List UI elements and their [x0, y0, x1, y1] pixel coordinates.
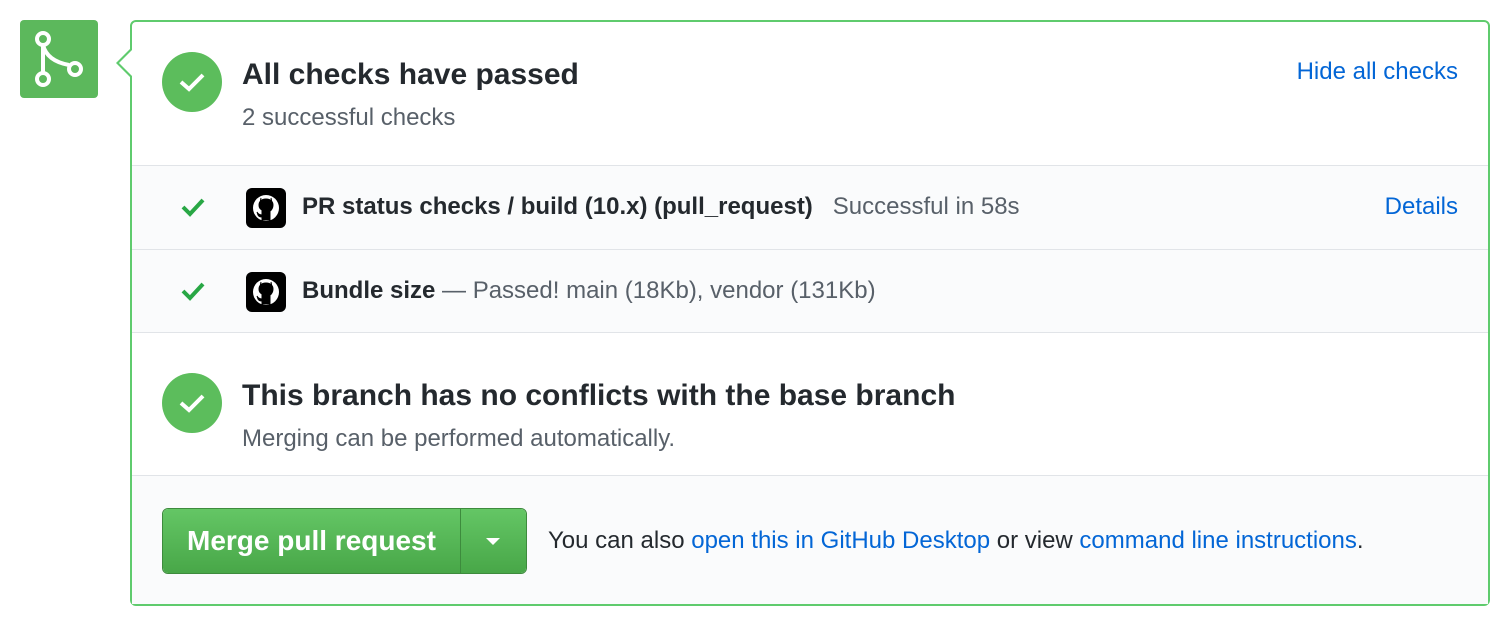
merge-alternatives-note: You can also open this in GitHub Desktop…: [548, 527, 1364, 555]
merge-method-dropdown[interactable]: [459, 509, 526, 573]
check-icon: [180, 280, 206, 307]
branch-status: This branch has no conflicts with the ba…: [132, 332, 1488, 475]
check-row-text: PR status checks / build (10.x) (pull_re…: [302, 193, 1020, 221]
check-row: PR status checks / build (10.x) (pull_re…: [132, 165, 1488, 249]
checks-summary-count: 2 successful checks: [242, 104, 456, 131]
note-prefix: You can also: [548, 527, 692, 554]
triangle-down-icon: [486, 537, 501, 545]
merge-status-panel: All checks have passed 2 successful chec…: [130, 20, 1490, 606]
git-merge-icon: [20, 20, 98, 98]
check-status: Successful in 58s: [832, 193, 1020, 220]
panel-pointer-fill: [119, 50, 132, 76]
merge-pull-request-button[interactable]: Merge pull request: [163, 509, 460, 573]
github-octocat-icon: [246, 272, 286, 312]
branch-status-subtitle: Merging can be performed automatically.: [242, 425, 676, 452]
check-circle-icon: [162, 373, 222, 433]
checks-summary-title: All checks have passed: [242, 58, 579, 91]
command-line-instructions-link[interactable]: command line instructions: [1079, 527, 1356, 554]
checks-summary: All checks have passed 2 successful chec…: [132, 22, 1488, 165]
check-description: — Passed! main (18Kb), vendor (131Kb): [435, 277, 876, 304]
check-title: PR status checks / build (10.x) (pull_re…: [302, 193, 813, 220]
github-octocat-icon: [246, 188, 286, 228]
branch-status-title: This branch has no conflicts with the ba…: [242, 379, 956, 412]
open-in-desktop-link[interactable]: open this in GitHub Desktop: [691, 527, 990, 554]
merge-button-group: Merge pull request: [162, 508, 527, 574]
check-circle-icon: [162, 52, 222, 112]
merge-actions: Merge pull request You can also open thi…: [132, 475, 1488, 604]
check-icon: [180, 196, 206, 223]
check-title: Bundle size: [302, 277, 436, 304]
check-details-link[interactable]: Details: [1385, 193, 1458, 221]
note-middle: or view: [990, 527, 1080, 554]
note-suffix: .: [1356, 527, 1364, 554]
check-row-text: Bundle size — Passed! main (18Kb), vendo…: [302, 277, 876, 305]
check-row: Bundle size — Passed! main (18Kb), vendo…: [132, 249, 1488, 332]
hide-all-checks-link[interactable]: Hide all checks: [1297, 58, 1458, 86]
